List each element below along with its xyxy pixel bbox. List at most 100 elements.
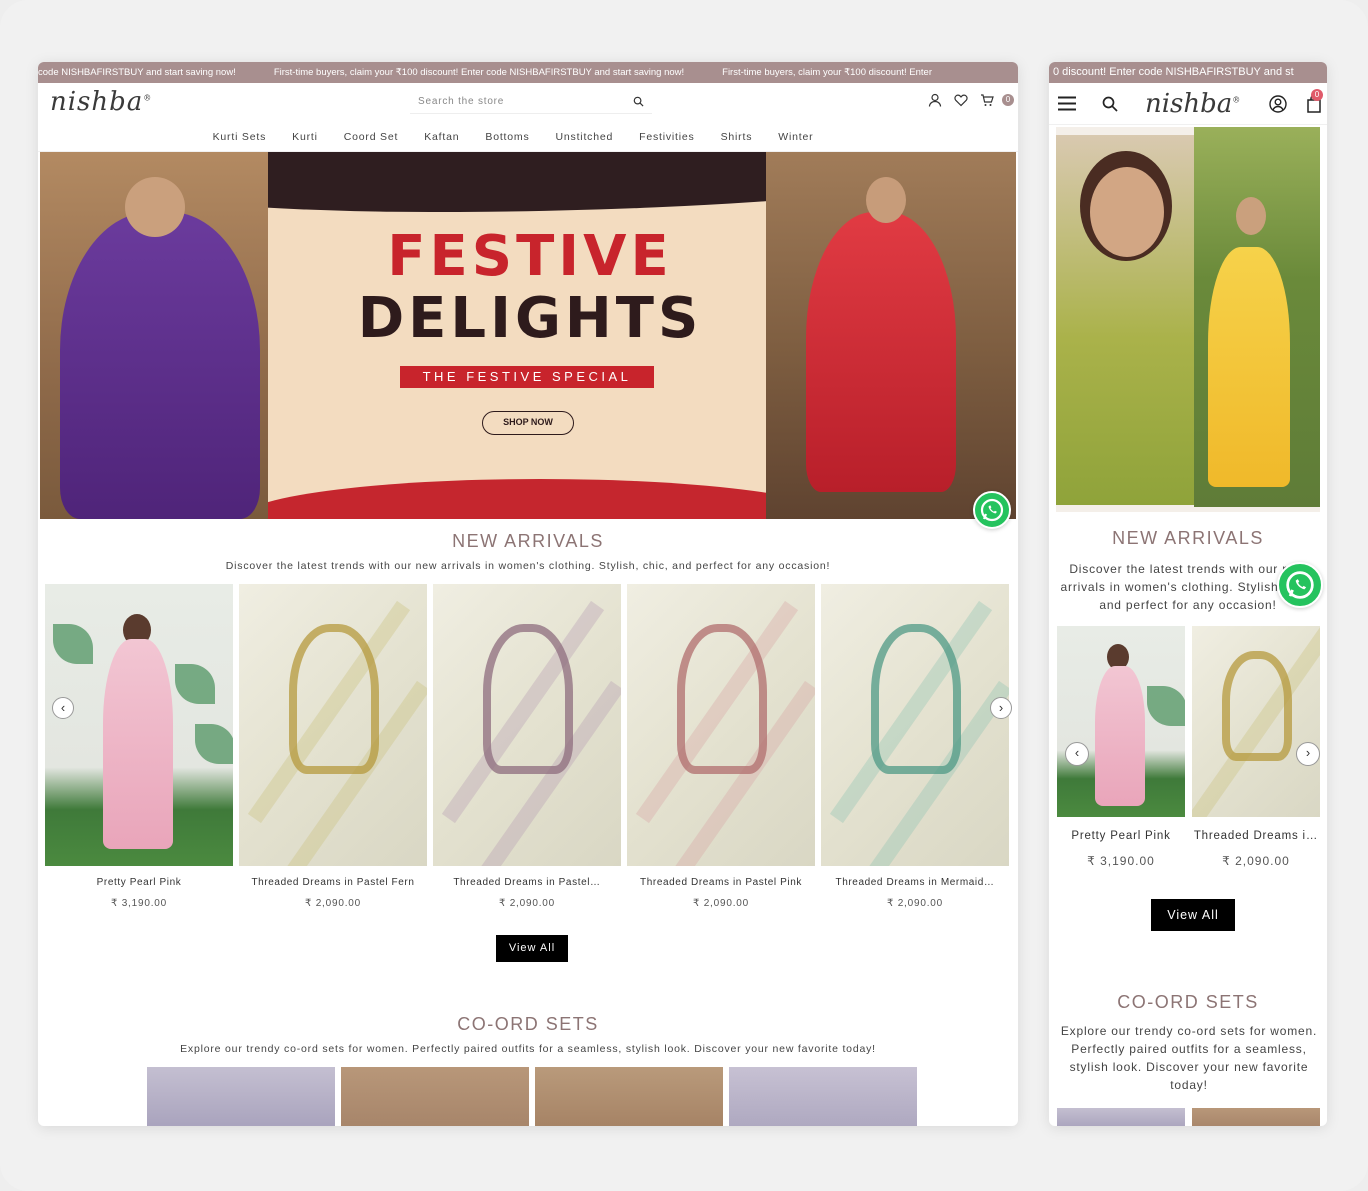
embroidered-neckline	[1222, 651, 1292, 761]
coord-product-image[interactable]	[729, 1067, 917, 1126]
brand-logo[interactable]: nishba®	[1145, 89, 1240, 119]
nav-item-kaftan[interactable]: Kaftan	[424, 125, 459, 151]
cart-icon[interactable]	[980, 93, 994, 107]
product-price: ₹ 2,090.00	[692, 898, 750, 909]
menu-icon[interactable]	[1058, 96, 1076, 111]
embroidered-neckline	[677, 624, 767, 774]
registered-mark: ®	[143, 93, 153, 103]
leaf-decoration	[53, 624, 93, 664]
view-all-button[interactable]: View All	[496, 935, 568, 962]
logo-text: nishba	[1145, 89, 1233, 119]
product-name[interactable]: Pretty Pearl Pink	[45, 877, 233, 888]
product-name[interactable]: Threaded Dreams in Pastel…	[433, 877, 621, 888]
coord-product-row	[1057, 1108, 1320, 1126]
product-price: ₹ 3,190.00	[1087, 854, 1155, 868]
nav-item-unstitched[interactable]: Unstitched	[556, 125, 614, 151]
whatsapp-icon[interactable]	[973, 491, 1011, 529]
brand-logo[interactable]: nishba®	[50, 87, 152, 117]
product-image[interactable]	[1192, 626, 1320, 817]
shop-now-button[interactable]: SHOP NOW	[482, 411, 574, 435]
nav-item-coord-set[interactable]: Coord Set	[344, 125, 398, 151]
product-image[interactable]	[433, 584, 621, 866]
coord-product-image[interactable]	[147, 1067, 335, 1126]
model-purple-suit	[60, 212, 260, 519]
product-price: ₹ 2,090.00	[886, 898, 944, 909]
new-arrivals-subtitle: Discover the latest trends with our new …	[225, 560, 831, 572]
announcement-item: First-time buyers, claim your ₹100 disco…	[722, 67, 932, 78]
coord-sets-title: CO-ORD SETS	[1117, 992, 1259, 1012]
new-arrivals-title: NEW ARRIVALS	[1112, 528, 1264, 548]
leaf-decoration	[195, 724, 233, 764]
product-image[interactable]	[239, 584, 427, 866]
model-head	[125, 177, 185, 237]
cart-count-badge: 0	[1002, 94, 1014, 106]
hero-banner[interactable]: FESTIVE DELIGHTS THE FESTIVE SPECIAL SHO…	[40, 152, 1016, 519]
search-placeholder: Search the store	[418, 96, 505, 107]
product-price: ₹ 3,190.00	[110, 898, 168, 909]
nav-item-kurti[interactable]: Kurti	[292, 125, 318, 151]
mobile-hero-banner[interactable]	[1056, 127, 1320, 512]
search-icon[interactable]	[633, 96, 644, 107]
product-name[interactable]: Threaded Dreams in Pastel Pink	[627, 877, 815, 888]
main-navigation: Kurti Sets Kurti Coord Set Kaftan Bottom…	[38, 125, 1018, 152]
product-name[interactable]: Threaded Dreams i…	[1192, 830, 1320, 842]
nav-item-festivities[interactable]: Festivities	[639, 125, 694, 151]
hero-tagline: THE FESTIVE SPECIAL	[400, 366, 654, 388]
hero-headline-festive: FESTIVE	[387, 224, 673, 289]
account-icon[interactable]	[928, 93, 942, 107]
hero-headline-delights: DELIGHTS	[357, 286, 703, 351]
carousel-prev-button[interactable]: ‹	[52, 697, 74, 719]
product-card[interactable]: Threaded Dreams in Pastel… ₹ 2,090.00	[433, 584, 621, 909]
product-carousel: Pretty Pearl Pink ₹ 3,190.00 Threaded Dr…	[1057, 626, 1320, 868]
mobile-view: 0 discount! Enter code NISHBAFIRSTBUY an…	[1049, 62, 1327, 1126]
product-name[interactable]: Threaded Dreams in Mermaid…	[821, 877, 1009, 888]
announcement-bar: code NISHBAFIRSTBUY and start saving now…	[38, 62, 1018, 83]
product-name[interactable]: Threaded Dreams in Pastel Fern	[239, 877, 427, 888]
search-input[interactable]: Search the store	[410, 92, 652, 114]
registered-mark: ®	[1232, 95, 1241, 105]
product-image[interactable]	[45, 584, 233, 866]
coord-product-image[interactable]	[341, 1067, 529, 1126]
account-icon[interactable]	[1269, 95, 1287, 113]
chevron-right-icon: ›	[1305, 745, 1311, 760]
coord-product-row	[147, 1067, 917, 1126]
product-price: ₹ 2,090.00	[1222, 854, 1290, 868]
coord-product-image[interactable]	[1057, 1108, 1185, 1126]
chevron-right-icon: ›	[998, 700, 1004, 715]
wishlist-heart-icon[interactable]	[954, 93, 968, 107]
nav-item-kurti-sets[interactable]: Kurti Sets	[213, 125, 267, 151]
product-image[interactable]	[821, 584, 1009, 866]
search-icon[interactable]	[1102, 96, 1118, 112]
nav-item-bottoms[interactable]: Bottoms	[485, 125, 529, 151]
product-card[interactable]: Pretty Pearl Pink ₹ 3,190.00	[45, 584, 233, 909]
cart-count-badge: 0	[1311, 89, 1323, 101]
leaf-decoration	[175, 664, 215, 704]
whatsapp-icon[interactable]	[1277, 562, 1323, 608]
product-image[interactable]	[1057, 626, 1185, 817]
logo-text: nishba	[50, 87, 144, 117]
site-header: nishba® Search the store 0	[38, 83, 1018, 125]
model-yellow-suit	[1208, 247, 1290, 487]
nav-item-shirts[interactable]: Shirts	[721, 125, 753, 151]
coord-product-image[interactable]	[1192, 1108, 1320, 1126]
view-all-button[interactable]: View All	[1151, 899, 1235, 931]
product-card[interactable]: Threaded Dreams in Pastel Pink ₹ 2,090.0…	[627, 584, 815, 909]
announcement-item: First-time buyers, claim your ₹100 disco…	[273, 67, 685, 78]
product-card[interactable]: Threaded Dreams in Mermaid… ₹ 2,090.00	[821, 584, 1009, 909]
carousel-next-button[interactable]: ›	[990, 697, 1012, 719]
announcement-item: 0 discount! Enter code NISHBAFIRSTBUY an…	[1053, 66, 1294, 78]
carousel-prev-button[interactable]: ‹	[1065, 742, 1089, 766]
product-price: ₹ 2,090.00	[304, 898, 362, 909]
model-head	[1236, 197, 1266, 235]
coord-product-image[interactable]	[535, 1067, 723, 1126]
carousel-next-button[interactable]: ›	[1296, 742, 1320, 766]
nav-item-winter[interactable]: Winter	[778, 125, 813, 151]
product-card[interactable]: Threaded Dreams in Pastel Fern ₹ 2,090.0…	[239, 584, 427, 909]
mobile-header: nishba® 0	[1049, 83, 1327, 125]
product-carousel: Pretty Pearl Pink ₹ 3,190.00 Threaded Dr…	[45, 584, 1011, 909]
embroidered-neckline	[483, 624, 573, 774]
product-name[interactable]: Pretty Pearl Pink	[1057, 830, 1185, 842]
chevron-left-icon: ‹	[60, 700, 66, 715]
model-pink-suit	[103, 639, 173, 849]
product-image[interactable]	[627, 584, 815, 866]
